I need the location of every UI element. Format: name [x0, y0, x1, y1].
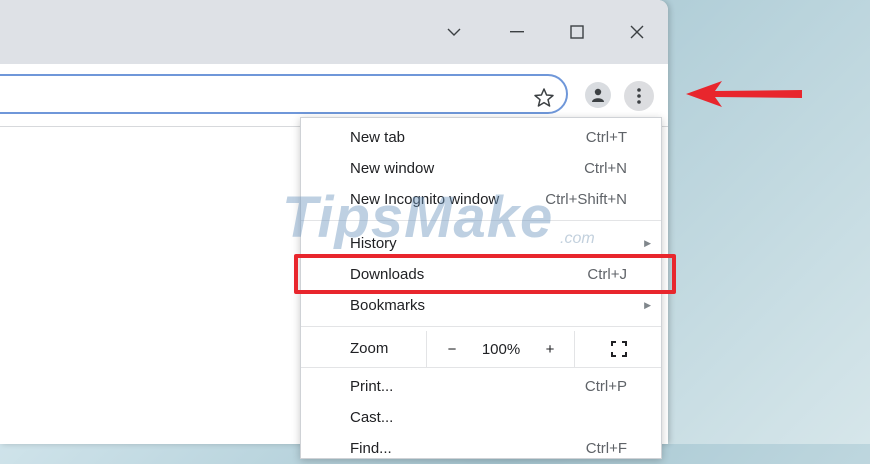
menu-item-label: New window — [350, 160, 435, 177]
menu-item-new-tab[interactable]: New tab Ctrl+T — [301, 122, 661, 153]
star-icon — [534, 88, 554, 107]
menu-item-label: New tab — [350, 129, 406, 146]
zoom-value: 100% — [481, 340, 521, 358]
minus-icon: − — [447, 340, 457, 358]
menu-separator — [301, 326, 661, 327]
menu-separator — [301, 220, 661, 221]
profile-button[interactable] — [585, 82, 611, 108]
menu-item-label: New Incognito window — [350, 191, 500, 208]
maximize-icon — [570, 25, 584, 39]
title-bar — [0, 0, 668, 64]
chevron-down-icon — [447, 28, 461, 36]
menu-separator — [301, 367, 661, 368]
menu-item-shortcut: Ctrl+Shift+N — [545, 191, 627, 208]
menu-item-label: Cast... — [350, 409, 394, 426]
menu-item-shortcut: Ctrl+P — [584, 378, 627, 395]
zoom-row: Zoom − 100% + — [301, 331, 661, 367]
plus-icon: + — [545, 340, 555, 358]
minimize-button[interactable] — [497, 18, 537, 46]
menu-item-label: Print... — [350, 378, 394, 395]
menu-item-shortcut: Ctrl+F — [585, 440, 627, 457]
menu-button[interactable] — [624, 81, 654, 111]
menu-item-label: Bookmarks — [350, 297, 426, 314]
maximize-button[interactable] — [557, 18, 597, 46]
tab-search-button[interactable] — [434, 18, 474, 46]
menu-item-new-incognito-window[interactable]: New Incognito window Ctrl+Shift+N — [301, 184, 661, 215]
zoom-label: Zoom — [350, 340, 389, 357]
red-arrow-annotation — [686, 81, 802, 107]
fullscreen-button[interactable] — [574, 331, 662, 367]
downloads-highlight-box — [294, 254, 676, 294]
close-button[interactable] — [617, 18, 657, 46]
more-vert-icon — [637, 88, 641, 104]
menu-item-label: Find... — [350, 440, 392, 457]
watermark-suffix: .com — [560, 230, 595, 247]
bookmark-star-button[interactable] — [532, 86, 556, 110]
menu-item-shortcut: Ctrl+N — [584, 160, 627, 177]
profile-icon — [592, 88, 604, 102]
menu-item-cast[interactable]: Cast... — [301, 402, 661, 433]
menu-item-print[interactable]: Print... Ctrl+P — [301, 371, 661, 402]
zoom-level: 100% — [476, 331, 526, 367]
menu-item-new-window[interactable]: New window Ctrl+N — [301, 153, 661, 184]
submenu-arrow-icon: ▶ — [644, 300, 651, 310]
submenu-arrow-icon: ▶ — [644, 238, 651, 248]
menu-item-shortcut: Ctrl+T — [585, 129, 627, 146]
menu-item-find[interactable]: Find... Ctrl+F — [301, 433, 661, 464]
menu-item-label: History — [350, 235, 397, 252]
fullscreen-icon — [610, 341, 627, 357]
minimize-icon — [510, 31, 524, 33]
zoom-out-button[interactable]: − — [426, 331, 477, 367]
zoom-in-button[interactable]: + — [526, 331, 574, 367]
address-bar[interactable] — [0, 74, 568, 114]
close-icon — [630, 25, 644, 39]
menu-item-bookmarks[interactable]: Bookmarks ▶ — [301, 290, 661, 321]
